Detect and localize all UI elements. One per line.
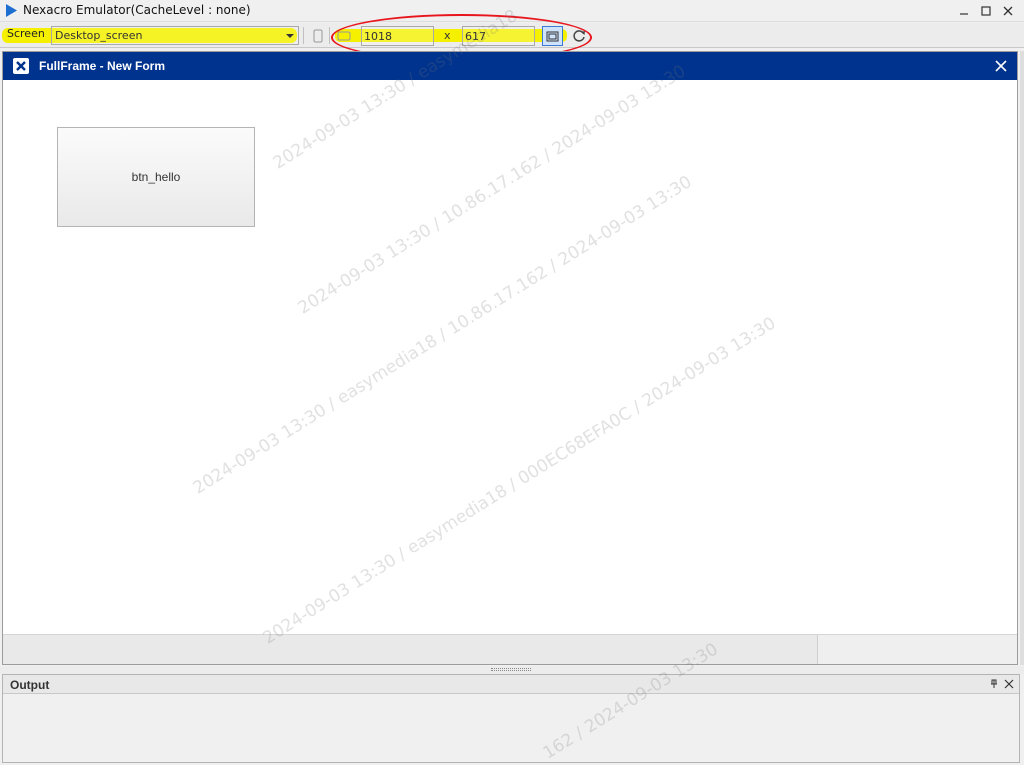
screen-label: Screen [7, 27, 45, 40]
output-panel-title: Output [10, 678, 50, 692]
toolbar-separator [329, 27, 330, 44]
status-cell [817, 635, 1017, 664]
minimize-icon[interactable] [953, 1, 975, 21]
scrollbar-edge [1020, 51, 1024, 665]
screen-select[interactable]: Desktop_screen [51, 26, 299, 45]
form-window: FullFrame - New Form btn_hello [2, 51, 1018, 665]
form-close-icon[interactable] [991, 56, 1011, 76]
chevron-down-icon [286, 34, 294, 38]
form-titlebar: FullFrame - New Form [3, 52, 1017, 80]
window-title: Nexacro Emulator(CacheLevel : none) [23, 3, 251, 17]
output-close-icon[interactable] [1002, 677, 1016, 691]
splitter-grip[interactable] [491, 668, 531, 671]
mobile-portrait-icon[interactable] [309, 27, 327, 44]
nexacro-play-icon [6, 4, 17, 17]
form-title: FullFrame - New Form [39, 59, 166, 73]
nexacro-logo-icon [13, 58, 29, 74]
panel-splitter[interactable] [0, 666, 1024, 674]
pin-icon[interactable] [987, 677, 1001, 691]
maximize-icon[interactable] [975, 1, 997, 21]
output-panel: Output [2, 674, 1020, 763]
toolbar-separator [303, 27, 304, 44]
form-status-bar [3, 634, 1017, 664]
hello-button[interactable]: btn_hello [57, 127, 255, 227]
close-icon[interactable] [997, 1, 1019, 21]
output-panel-header: Output [3, 675, 1019, 694]
screen-select-value: Desktop_screen [55, 29, 143, 42]
